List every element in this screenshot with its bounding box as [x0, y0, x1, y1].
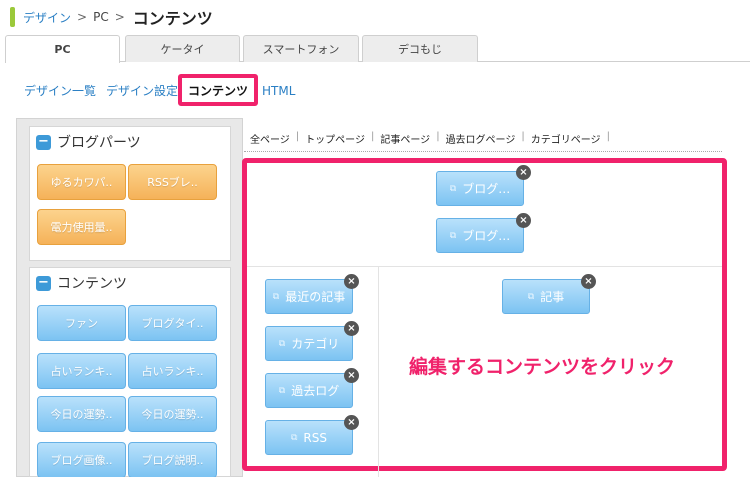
copy-icon: ⧉ — [278, 338, 286, 349]
contents-header[interactable]: − コンテンツ — [30, 268, 230, 298]
collapse-icon[interactable]: − — [36, 275, 51, 291]
close-icon[interactable]: × — [581, 274, 596, 289]
content-part-button[interactable]: 占いランキ.. — [37, 353, 126, 389]
device-tabs: PC ケータイ スマートフォン デコもじ — [5, 35, 750, 63]
subnav-design-settings[interactable]: デザイン設定 — [106, 82, 178, 99]
close-icon[interactable]: × — [344, 274, 359, 289]
tab-decomoji[interactable]: デコもじ — [362, 35, 478, 62]
widget-label: 最近の記事 — [285, 290, 346, 304]
subnav-design-list[interactable]: デザイン一覧 — [24, 82, 96, 99]
widget-label: ブログ… — [462, 229, 511, 243]
copy-icon: ⧉ — [278, 385, 286, 396]
layout-widget-article[interactable]: ⧉ 記事 — [502, 279, 590, 314]
content-part-button[interactable]: ブログ説明.. — [128, 442, 217, 477]
close-icon[interactable]: × — [344, 368, 359, 383]
copy-icon: ⧉ — [527, 291, 535, 302]
instruction-annotation: 編集するコンテンツをクリック — [409, 356, 676, 378]
tab-pc[interactable]: PC — [5, 35, 120, 63]
copy-icon: ⧉ — [449, 183, 457, 194]
subnav-html[interactable]: HTML — [262, 84, 295, 98]
content-part-button[interactable]: 今日の運勢.. — [128, 396, 217, 432]
blog-part-button[interactable]: ゆるカワパ.. — [37, 164, 126, 200]
content-part-button[interactable]: ブログ画像.. — [37, 442, 126, 477]
widget-label: カテゴリ — [291, 337, 340, 351]
page-link-archive[interactable]: 過去ログページ — [446, 131, 516, 146]
page-type-links: 全ページ | トップページ | 記事ページ | 過去ログページ | カテゴリページ | — [250, 131, 610, 146]
breadcrumb-separator: > — [114, 10, 125, 24]
widget-label: 記事 — [540, 290, 565, 304]
divider — [247, 266, 722, 267]
divider — [244, 151, 722, 152]
panel-title: コンテンツ — [57, 276, 127, 292]
breadcrumb-separator: > — [77, 10, 88, 24]
content-part-button[interactable]: 今日の運勢.. — [37, 396, 126, 432]
page-link-article[interactable]: 記事ページ — [380, 131, 430, 146]
page-link-all[interactable]: 全ページ — [250, 131, 290, 146]
page-link-top[interactable]: トップページ — [305, 131, 365, 146]
layout-widget[interactable]: ⧉ ブログ… — [436, 218, 524, 253]
copy-icon: ⧉ — [290, 432, 298, 443]
close-icon[interactable]: × — [516, 165, 531, 180]
tab-smartphone[interactable]: スマートフォン — [243, 35, 359, 62]
widget-label: 過去ログ — [291, 384, 340, 398]
breadcrumb: デザイン > PC > コンテンツ — [10, 6, 213, 28]
layout-canvas: ⧉ ブログ… × ⧉ ブログ… × ⧉ 最近の記事 × ⧉ カテゴリ × ⧉ 過… — [242, 158, 727, 477]
layout-widget[interactable]: ⧉ 過去ログ — [265, 373, 353, 408]
blog-part-button[interactable]: 電力使用量.. — [37, 209, 126, 245]
page-link-category[interactable]: カテゴリページ — [531, 131, 601, 146]
content-part-button[interactable]: ファン — [37, 305, 126, 341]
contents-panel: − コンテンツ ファン ブログタイ.. 占いランキ.. 占いランキ.. 今日の運… — [29, 267, 231, 477]
blog-parts-panel: − ブログパーツ ゆるカワパ.. RSSブレ.. 電力使用量.. — [29, 126, 231, 261]
collapse-icon[interactable]: − — [36, 134, 51, 150]
breadcrumb-design-link[interactable]: デザイン — [23, 9, 71, 26]
widget-label: ブログ… — [462, 182, 511, 196]
layout-widget[interactable]: ⧉ カテゴリ — [265, 326, 353, 361]
copy-icon: ⧉ — [449, 230, 457, 241]
parts-sidebar: − ブログパーツ ゆるカワパ.. RSSブレ.. 電力使用量.. − コンテンツ… — [16, 118, 243, 477]
widget-label: RSS — [303, 430, 327, 445]
close-icon[interactable]: × — [516, 213, 531, 228]
close-icon[interactable]: × — [344, 415, 359, 430]
divider — [378, 267, 379, 477]
panel-title: ブログパーツ — [57, 135, 141, 151]
layout-widget[interactable]: ⧉ 最近の記事 — [265, 279, 353, 314]
content-part-button[interactable]: 占いランキ.. — [128, 353, 217, 389]
tab-mobile[interactable]: ケータイ — [125, 35, 240, 62]
copy-icon: ⧉ — [272, 291, 280, 302]
breadcrumb-accent-bar — [10, 7, 15, 27]
design-subnav: デザイン一覧 デザイン設定 HTML コンテンツ — [24, 74, 295, 106]
close-icon[interactable]: × — [344, 321, 359, 336]
breadcrumb-pc: PC — [93, 10, 109, 24]
blog-parts-header[interactable]: − ブログパーツ — [30, 127, 230, 157]
blog-part-button[interactable]: RSSブレ.. — [128, 164, 217, 200]
content-part-button[interactable]: ブログタイ.. — [128, 305, 217, 341]
layout-widget[interactable]: ⧉ ブログ… — [436, 171, 524, 206]
page-title: コンテンツ — [132, 9, 213, 28]
layout-widget[interactable]: ⧉ RSS — [265, 420, 353, 455]
subnav-contents-active[interactable]: コンテンツ — [178, 74, 258, 106]
